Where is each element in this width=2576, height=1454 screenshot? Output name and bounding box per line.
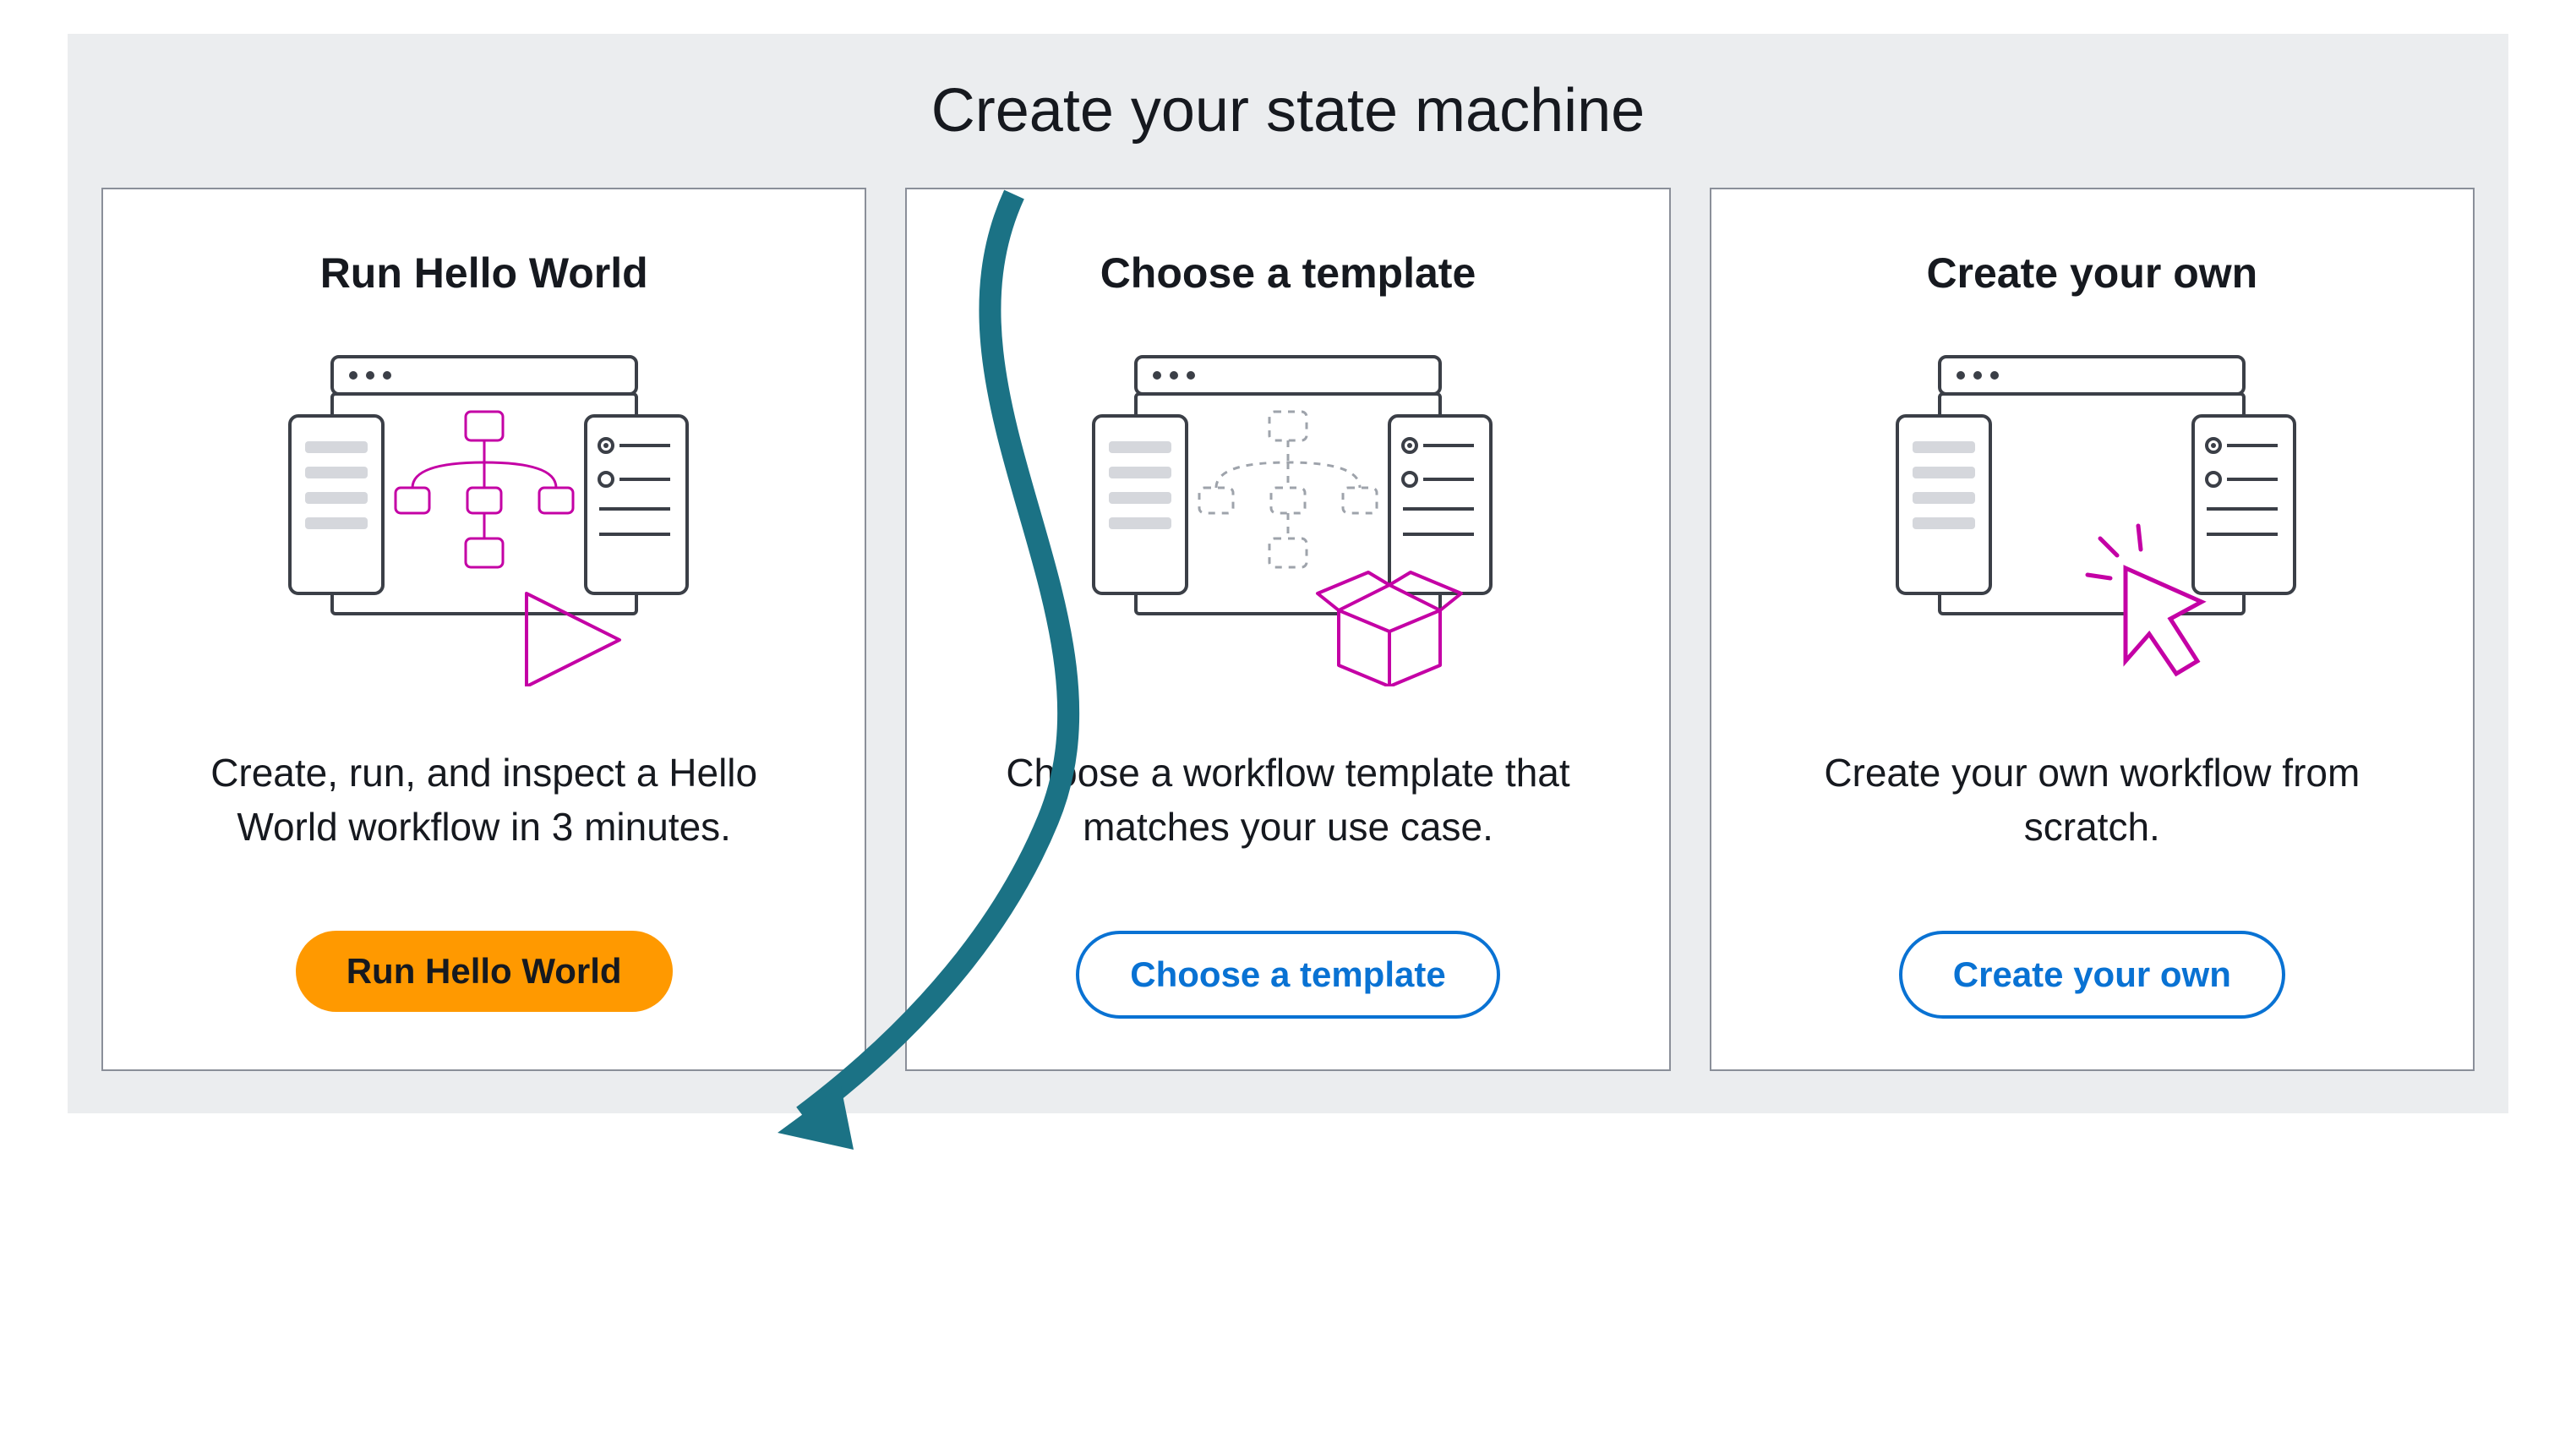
hello-world-illustration [231,331,738,686]
create-your-own-button[interactable]: Create your own [1899,931,2285,1019]
create-own-illustration [1838,331,2345,686]
card-create-your-own[interactable]: Create your own [1710,188,2475,1071]
template-illustration [1034,331,1542,686]
option-cards-row: Run Hello World [101,188,2475,1071]
card-description: Choose a workflow template that matches … [984,746,1592,855]
run-hello-world-button[interactable]: Run Hello World [296,931,673,1012]
page-title: Create your state machine [101,76,2475,145]
card-description: Create your own workflow from scratch. [1787,746,2396,855]
create-state-machine-panel: Create your state machine Run Hello Worl… [68,34,2508,1113]
card-title: Create your own [1926,249,2257,298]
card-run-hello-world[interactable]: Run Hello World [101,188,866,1071]
choose-template-button[interactable]: Choose a template [1076,931,1499,1019]
card-choose-template[interactable]: Choose a template [905,188,1670,1071]
card-description: Create, run, and inspect a Hello World w… [180,746,789,855]
card-title: Run Hello World [320,249,648,298]
card-title: Choose a template [1100,249,1476,298]
